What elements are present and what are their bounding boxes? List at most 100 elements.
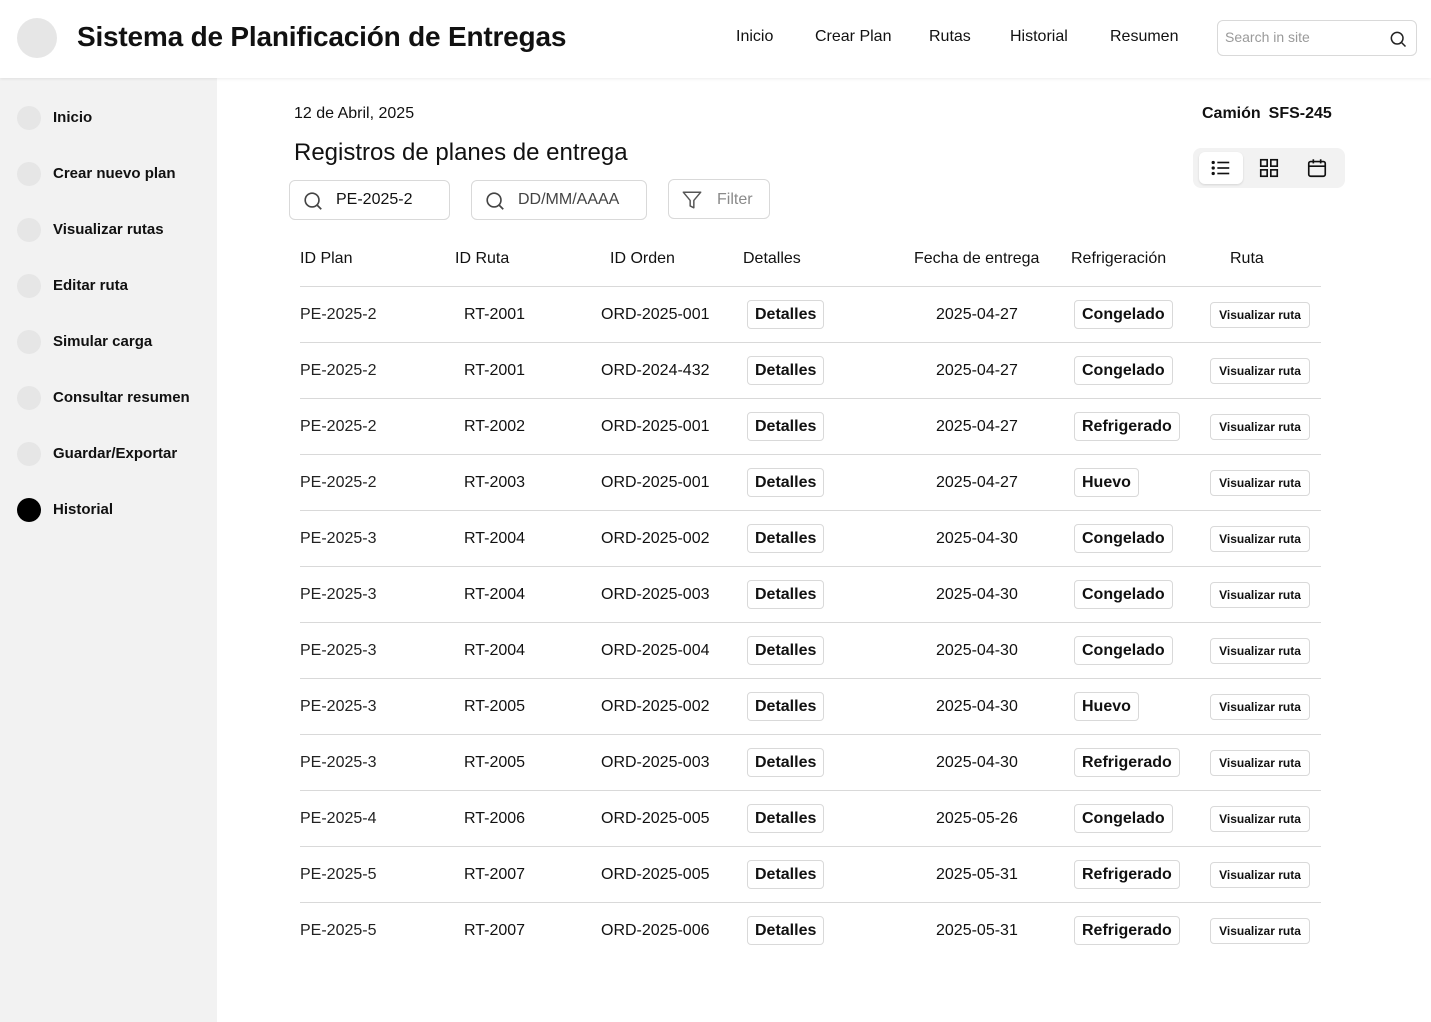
view-route-button[interactable]: Visualizar ruta [1210, 302, 1310, 328]
view-route-button[interactable]: Visualizar ruta [1210, 582, 1310, 608]
details-button[interactable]: Detalles [747, 524, 825, 553]
view-route-button[interactable]: Visualizar ruta [1210, 358, 1310, 384]
cell-id-plan: PE-2025-2 [300, 418, 377, 435]
sidebar-item-label: Historial [53, 501, 114, 518]
details-button[interactable]: Detalles [747, 300, 825, 329]
sidebar-item-guardar-exportar[interactable]: Guardar/Exportar [17, 442, 207, 466]
view-route-button[interactable]: Visualizar ruta [1210, 806, 1310, 832]
list-view-button[interactable] [1199, 152, 1243, 184]
details-button[interactable]: Detalles [747, 804, 825, 833]
cell-delivery-date: 2025-04-30 [936, 530, 1018, 547]
table-row: PE-2025-2 RT-2001 ORD-2025-001 Detalles … [300, 286, 1321, 342]
table-row: PE-2025-2 RT-2001 ORD-2024-432 Detalles … [300, 342, 1321, 398]
plan-id-input[interactable] [336, 191, 436, 209]
column-header-id-ruta[interactable]: ID Ruta [455, 250, 509, 268]
details-button[interactable]: Detalles [747, 916, 825, 945]
view-route-button[interactable]: Visualizar ruta [1210, 414, 1310, 440]
grid-view-button[interactable] [1247, 152, 1291, 184]
sidebar-dot-icon [17, 274, 41, 298]
refrigeration-badge: Refrigerado [1074, 860, 1180, 889]
view-route-button[interactable]: Visualizar ruta [1210, 526, 1310, 552]
details-button[interactable]: Detalles [747, 748, 825, 777]
filter-button-label: Filter [717, 191, 753, 208]
cell-delivery-date: 2025-05-31 [936, 922, 1018, 939]
calendar-view-button[interactable] [1295, 152, 1339, 184]
table-row: PE-2025-4 RT-2006 ORD-2025-005 Detalles … [300, 790, 1321, 846]
cell-id-plan: PE-2025-3 [300, 698, 377, 715]
truck-info: Camión SFS-245 [1202, 105, 1332, 123]
sidebar-item-visualizar-rutas[interactable]: Visualizar rutas [17, 218, 207, 242]
cell-id-plan: PE-2025-3 [300, 586, 377, 603]
sidebar-item-label: Editar ruta [53, 277, 129, 294]
search-icon[interactable] [1388, 29, 1408, 49]
table-row: PE-2025-3 RT-2004 ORD-2025-002 Detalles … [300, 510, 1321, 566]
sidebar-item-consultar-resumen[interactable]: Consultar resumen [17, 386, 207, 410]
column-header-detalles[interactable]: Detalles [743, 250, 801, 268]
cell-id-plan: PE-2025-2 [300, 362, 377, 379]
sidebar-item-label: Consultar resumen [53, 389, 190, 406]
sidebar-item-editar-ruta[interactable]: Editar ruta [17, 274, 207, 298]
topnav-inicio[interactable]: Inicio [736, 28, 773, 46]
view-route-button[interactable]: Visualizar ruta [1210, 862, 1310, 888]
sidebar-item-simular-carga[interactable]: Simular carga [17, 330, 207, 354]
topnav-historial[interactable]: Historial [1010, 28, 1068, 46]
column-header-id-orden[interactable]: ID Orden [610, 250, 675, 268]
table-row: PE-2025-5 RT-2007 ORD-2025-005 Detalles … [300, 846, 1321, 902]
filter-icon [682, 191, 702, 209]
view-mode-toggle [1193, 148, 1345, 188]
details-button[interactable]: Detalles [747, 356, 825, 385]
details-button[interactable]: Detalles [747, 580, 825, 609]
view-route-button[interactable]: Visualizar ruta [1210, 694, 1310, 720]
topnav-resumen[interactable]: Resumen [1110, 28, 1178, 46]
column-header-id-plan[interactable]: ID Plan [300, 250, 352, 268]
topnav-rutas[interactable]: Rutas [929, 28, 971, 46]
cell-id-orden: ORD-2025-005 [601, 810, 710, 827]
refrigeration-badge: Huevo [1074, 468, 1139, 497]
plan-id-filter [289, 180, 450, 220]
details-button[interactable]: Detalles [747, 412, 825, 441]
refrigeration-badge: Congelado [1074, 300, 1173, 329]
cell-id-ruta: RT-2007 [464, 866, 526, 883]
cell-delivery-date: 2025-04-27 [936, 362, 1018, 379]
filter-button[interactable]: Filter [668, 179, 770, 219]
table-row: PE-2025-3 RT-2005 ORD-2025-002 Detalles … [300, 678, 1321, 734]
site-search-input[interactable] [1225, 29, 1385, 45]
column-header-ruta[interactable]: Ruta [1230, 250, 1264, 268]
date-input[interactable] [518, 191, 638, 209]
cell-id-ruta: RT-2007 [464, 922, 526, 939]
cell-id-ruta: RT-2002 [464, 418, 526, 435]
details-button[interactable]: Detalles [747, 636, 825, 665]
search-icon [304, 192, 322, 210]
truck-label: Camión [1202, 105, 1261, 122]
sidebar-item-crear-nuevo-plan[interactable]: Crear nuevo plan [17, 162, 207, 186]
table-row: PE-2025-2 RT-2003 ORD-2025-001 Detalles … [300, 454, 1321, 510]
cell-id-orden: ORD-2025-006 [601, 922, 710, 939]
sidebar-dot-icon [17, 442, 41, 466]
cell-id-orden: ORD-2025-002 [601, 530, 710, 547]
details-button[interactable]: Detalles [747, 860, 825, 889]
view-route-button[interactable]: Visualizar ruta [1210, 470, 1310, 496]
table-row: PE-2025-3 RT-2004 ORD-2025-003 Detalles … [300, 566, 1321, 622]
app-logo[interactable] [17, 18, 57, 58]
view-route-button[interactable]: Visualizar ruta [1210, 638, 1310, 664]
column-header-refrigeracion[interactable]: Refrigeración [1071, 250, 1166, 268]
details-button[interactable]: Detalles [747, 468, 825, 497]
cell-delivery-date: 2025-04-27 [936, 474, 1018, 491]
cell-id-orden: ORD-2025-003 [601, 586, 710, 603]
cell-delivery-date: 2025-05-26 [936, 810, 1018, 827]
cell-id-plan: PE-2025-3 [300, 530, 377, 547]
details-button[interactable]: Detalles [747, 692, 825, 721]
topnav-crear-plan[interactable]: Crear Plan [815, 28, 891, 46]
sidebar-item-label: Crear nuevo plan [53, 165, 176, 182]
sidebar-dot-active-icon [17, 498, 41, 522]
sidebar-item-inicio[interactable]: Inicio [17, 106, 207, 130]
cell-id-orden: ORD-2025-004 [601, 642, 710, 659]
view-route-button[interactable]: Visualizar ruta [1210, 918, 1310, 944]
cell-id-plan: PE-2025-5 [300, 866, 377, 883]
column-header-fecha-entrega[interactable]: Fecha de entrega [914, 250, 1039, 268]
view-route-button[interactable]: Visualizar ruta [1210, 750, 1310, 776]
cell-id-orden: ORD-2025-003 [601, 754, 710, 771]
cell-id-ruta: RT-2004 [464, 530, 526, 547]
sidebar-item-label: Inicio [53, 109, 93, 126]
sidebar-item-historial[interactable]: Historial [17, 498, 207, 522]
